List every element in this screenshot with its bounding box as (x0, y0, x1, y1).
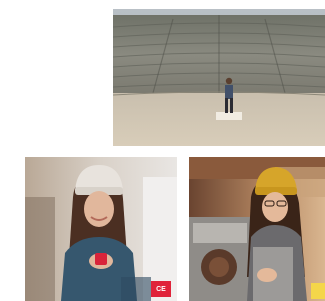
yellow-badge (311, 283, 325, 299)
amphitheater-photo (113, 9, 325, 146)
ce-badge: CE (151, 281, 171, 297)
woman-phone-photo: CE (25, 157, 177, 301)
barista-photo (189, 157, 325, 301)
ce-badge-label: CE (156, 285, 166, 293)
